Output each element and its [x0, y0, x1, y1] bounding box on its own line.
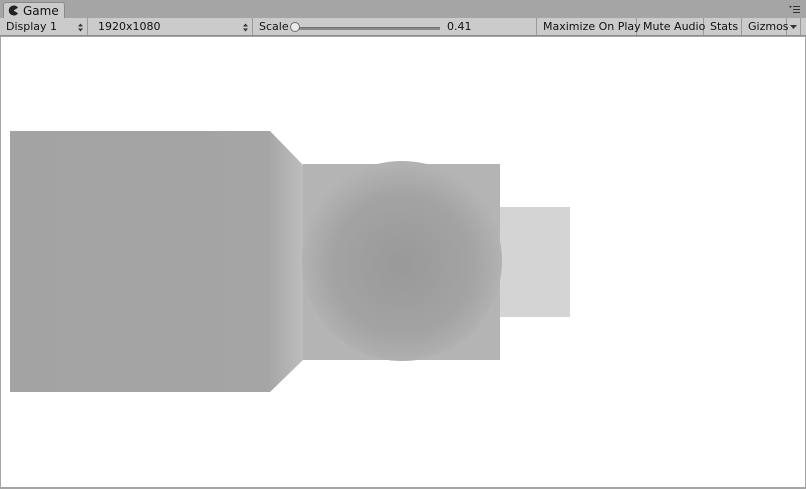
display-dropdown-label: Display 1 [6, 20, 58, 33]
mute-audio-label: Mute Audio [643, 20, 706, 33]
tab-game[interactable]: Game [3, 2, 65, 18]
small-box [500, 207, 570, 317]
resolution-dropdown[interactable]: 1920x1080 [92, 18, 253, 35]
scene-render [10, 131, 570, 392]
dropdown-arrows-icon [243, 22, 248, 32]
chevron-down-icon [790, 20, 797, 33]
scale-slider-thumb[interactable] [290, 22, 300, 32]
gizmos-label: Gizmos [748, 20, 789, 33]
dropdown-arrows-icon [78, 22, 83, 32]
sphere [302, 161, 502, 361]
scale-value: 0.41 [447, 20, 472, 33]
gizmos-toggle[interactable]: Gizmos [742, 18, 789, 35]
stats-toggle[interactable]: Stats [704, 18, 742, 35]
mute-audio-toggle[interactable]: Mute Audio [637, 18, 706, 35]
resolution-dropdown-label: 1920x1080 [98, 20, 161, 33]
game-window: Game Display 1 1920x1080 Scale Maximize … [0, 0, 806, 489]
tab-bar: Game [0, 0, 806, 18]
stats-label: Stats [710, 20, 739, 33]
scale-slider-track[interactable] [297, 27, 440, 30]
game-viewport[interactable] [1, 37, 805, 487]
display-dropdown[interactable]: Display 1 [0, 18, 88, 35]
maximize-on-play-label: Maximize On Play [543, 20, 641, 33]
gizmos-dropdown[interactable] [787, 18, 801, 35]
large-box [10, 131, 303, 392]
scale-label: Scale [259, 20, 289, 33]
window-menu-icon[interactable] [789, 5, 801, 15]
maximize-on-play-toggle[interactable]: Maximize On Play [537, 18, 641, 35]
tab-game-label: Game [23, 3, 59, 18]
pacman-icon [8, 5, 19, 16]
